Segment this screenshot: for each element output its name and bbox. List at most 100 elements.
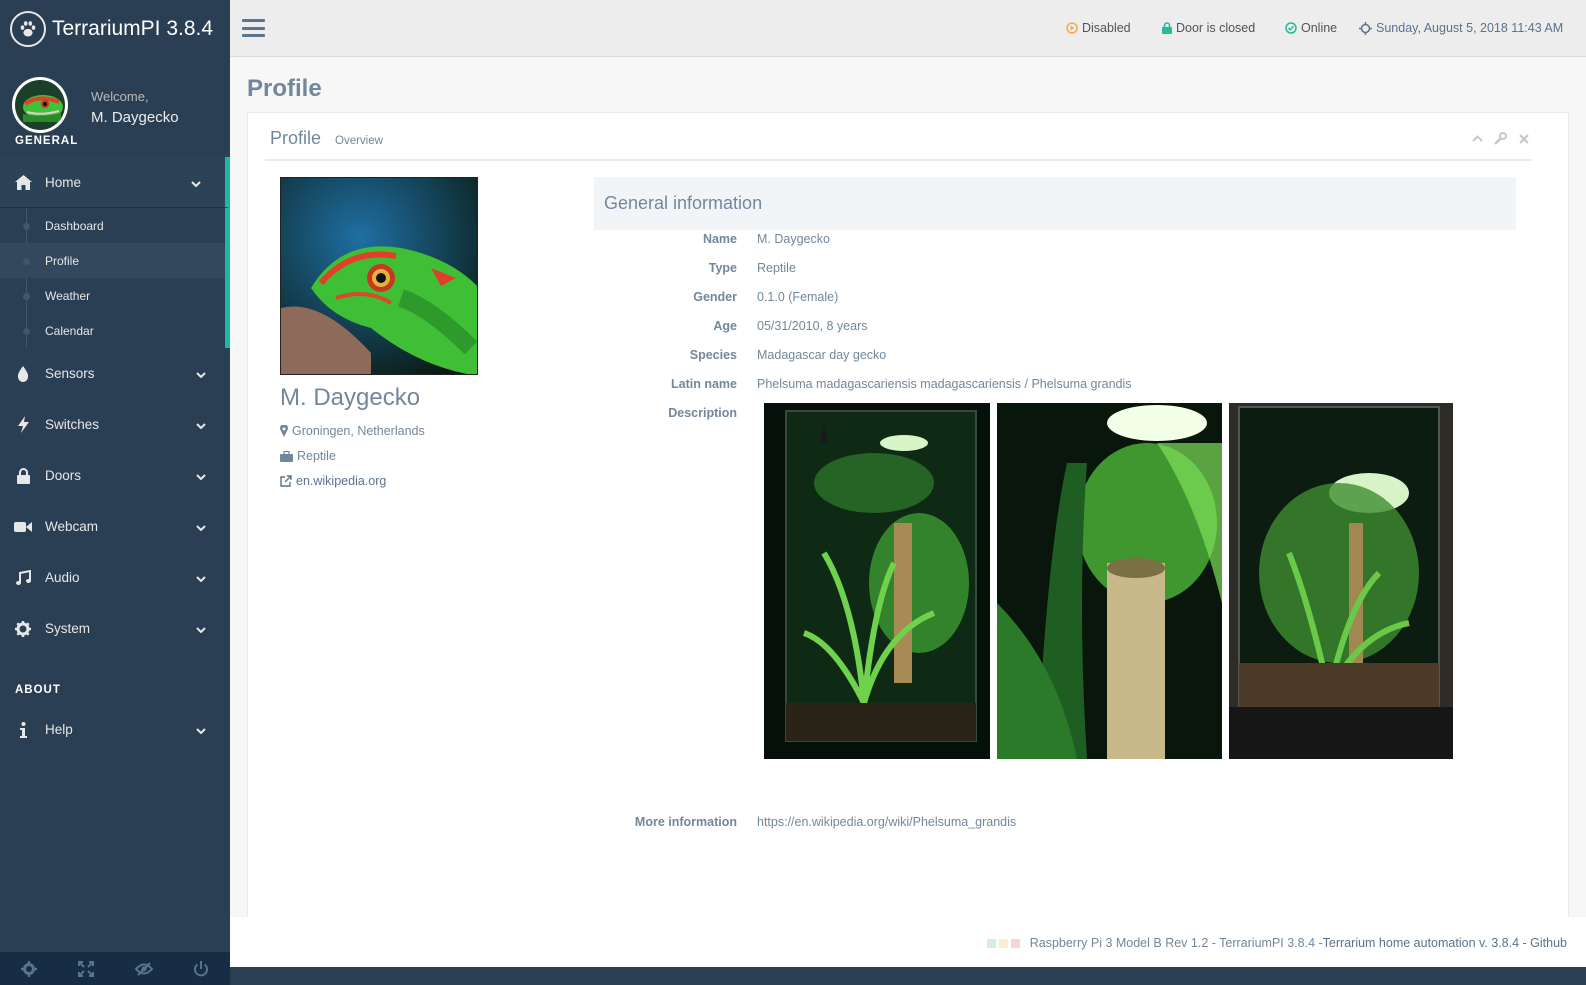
sidebar-item-sensors[interactable]: Sensors bbox=[0, 348, 230, 399]
sidebar-item-home[interactable]: Home bbox=[0, 157, 230, 208]
paw-icon bbox=[10, 10, 46, 47]
profile-summary: Welcome, M. Daygecko GENERAL bbox=[0, 57, 230, 157]
section-general: GENERAL bbox=[15, 135, 79, 147]
animal-photo bbox=[280, 177, 478, 375]
value-latin-name: Phelsuma madagascariensis madagascariens… bbox=[757, 377, 1132, 391]
wikipedia-link[interactable]: en.wikipedia.org bbox=[280, 474, 386, 488]
home-submenu: Dashboard Profile Weather Calendar bbox=[0, 208, 230, 348]
video-camera-icon bbox=[14, 518, 32, 536]
animal-name: M. Daygecko bbox=[280, 384, 421, 411]
sidebar-item-label: Doors bbox=[45, 468, 82, 483]
power-icon[interactable] bbox=[173, 952, 231, 985]
brand[interactable]: TerrariumPI 3.8.4 bbox=[0, 0, 230, 57]
sidebar-item-label: Webcam bbox=[45, 519, 99, 534]
chevron-down-icon bbox=[196, 519, 206, 534]
link-text: en.wikipedia.org bbox=[296, 474, 387, 488]
sidebar-item-weather[interactable]: Weather bbox=[0, 278, 225, 313]
status-online[interactable]: Online bbox=[1285, 21, 1337, 35]
animal-location: Groningen, Netherlands bbox=[280, 424, 425, 438]
status-disabled[interactable]: Disabled bbox=[1066, 21, 1131, 35]
chevron-down-icon bbox=[196, 366, 206, 381]
chevron-down-icon bbox=[196, 621, 206, 636]
terrarium-photo-2[interactable] bbox=[997, 403, 1222, 759]
sidebar-item-label: Dashboard bbox=[45, 218, 104, 233]
more-information-link[interactable]: https://en.wikipedia.org/wiki/Phelsuma_g… bbox=[757, 815, 1016, 829]
sidebar-item-label: Calendar bbox=[45, 323, 94, 338]
chevron-down-icon bbox=[196, 468, 206, 483]
music-icon bbox=[14, 569, 32, 587]
gear-icon bbox=[14, 620, 32, 638]
profile-panel: Profile Overview M. Daygecko Groningen, … bbox=[247, 112, 1569, 922]
label-more-information: More information bbox=[634, 815, 737, 829]
panel-tools bbox=[1470, 131, 1531, 146]
sidebar-item-audio[interactable]: Audio bbox=[0, 552, 230, 603]
close-icon[interactable] bbox=[1516, 131, 1531, 146]
footer-github-link[interactable]: Terrarium home automation v. 3.8.4 - Git… bbox=[1323, 936, 1567, 950]
main-content: Profile Profile Overview M. Daygecko Gro… bbox=[230, 57, 1586, 922]
app-title: TerrariumPI 3.8.4 bbox=[52, 16, 214, 40]
home-icon bbox=[14, 173, 32, 191]
sidebar-item-webcam[interactable]: Webcam bbox=[0, 501, 230, 552]
value-gender: 0.1.0 (Female) bbox=[757, 290, 839, 304]
status-disabled-label: Disabled bbox=[1082, 21, 1131, 35]
drop-icon bbox=[14, 365, 32, 383]
sidebar-item-doors[interactable]: Doors bbox=[0, 450, 230, 501]
value-age: 05/31/2010, 8 years bbox=[757, 319, 868, 333]
sidebar-item-label: Weather bbox=[45, 288, 91, 303]
label-name: Name bbox=[702, 232, 737, 246]
sidebar-item-label: Switches bbox=[45, 417, 100, 432]
panel-title: Profile bbox=[270, 128, 322, 148]
lock-icon bbox=[1162, 22, 1172, 34]
value-name: M. Daygecko bbox=[757, 232, 830, 246]
chevron-up-icon[interactable] bbox=[1470, 131, 1485, 146]
status-datetime[interactable]: Sunday, August 5, 2018 11:43 AM bbox=[1359, 21, 1563, 35]
user-name: M. Daygecko bbox=[91, 109, 179, 126]
animal-type: Reptile bbox=[280, 449, 336, 463]
welcome-text: Welcome, bbox=[91, 89, 149, 104]
sidebar-item-label: Profile bbox=[45, 253, 80, 268]
top-nav: Disabled Door is closed Online Sunday, A… bbox=[230, 0, 1586, 57]
sidebar-item-calendar[interactable]: Calendar bbox=[0, 313, 225, 348]
check-circle-icon bbox=[1285, 22, 1297, 34]
sidebar-item-help[interactable]: Help bbox=[0, 704, 230, 755]
settings-icon[interactable] bbox=[0, 952, 58, 985]
map-marker-icon bbox=[280, 425, 288, 437]
label-gender: Gender bbox=[693, 290, 737, 304]
footer-system-text: Raspberry Pi 3 Model B Rev 1.2 - Terrari… bbox=[1029, 936, 1323, 950]
status-online-label: Online bbox=[1301, 21, 1338, 35]
eye-slash-icon[interactable] bbox=[115, 952, 173, 985]
chevron-down-icon bbox=[196, 417, 206, 432]
wrench-icon[interactable] bbox=[1493, 131, 1508, 146]
chevron-down-icon bbox=[196, 570, 206, 585]
label-description: Description bbox=[668, 406, 737, 420]
general-info-header: General information bbox=[594, 177, 1516, 230]
footer-text: Raspberry Pi 3 Model B Rev 1.2 - Terrari… bbox=[986, 936, 1567, 950]
sidebar-item-profile[interactable]: Profile bbox=[0, 243, 225, 278]
status-dot-red bbox=[1010, 938, 1020, 948]
value-type: Reptile bbox=[757, 261, 796, 275]
avatar bbox=[12, 77, 68, 133]
sidebar-item-system[interactable]: System bbox=[0, 603, 230, 654]
general-info-title: General information bbox=[604, 193, 763, 213]
chevron-down-icon bbox=[191, 175, 201, 190]
menu-toggle-icon[interactable] bbox=[242, 17, 265, 39]
sidebar-item-dashboard[interactable]: Dashboard bbox=[0, 208, 225, 243]
sidebar-item-label: Sensors bbox=[45, 366, 95, 381]
sidebar-item-label: Help bbox=[45, 722, 73, 737]
label-species: Species bbox=[689, 348, 737, 362]
label-type: Type bbox=[708, 261, 737, 275]
lock-icon bbox=[14, 467, 32, 485]
panel-header: Profile Overview bbox=[265, 113, 1531, 161]
value-species: Madagascar day gecko bbox=[757, 348, 887, 362]
sidebar-item-label: Home bbox=[45, 174, 82, 190]
sidebar-item-switches[interactable]: Switches bbox=[0, 399, 230, 450]
status-door[interactable]: Door is closed bbox=[1162, 21, 1255, 35]
chevron-down-icon bbox=[196, 722, 206, 737]
terrarium-photo-3[interactable] bbox=[1229, 403, 1453, 759]
fullscreen-icon[interactable] bbox=[58, 952, 116, 985]
sidebar-footer bbox=[0, 952, 230, 985]
bolt-icon bbox=[14, 416, 32, 434]
type-text: Reptile bbox=[297, 449, 336, 463]
terrarium-photo-1[interactable] bbox=[764, 403, 990, 759]
status-dot-orange bbox=[998, 938, 1008, 948]
